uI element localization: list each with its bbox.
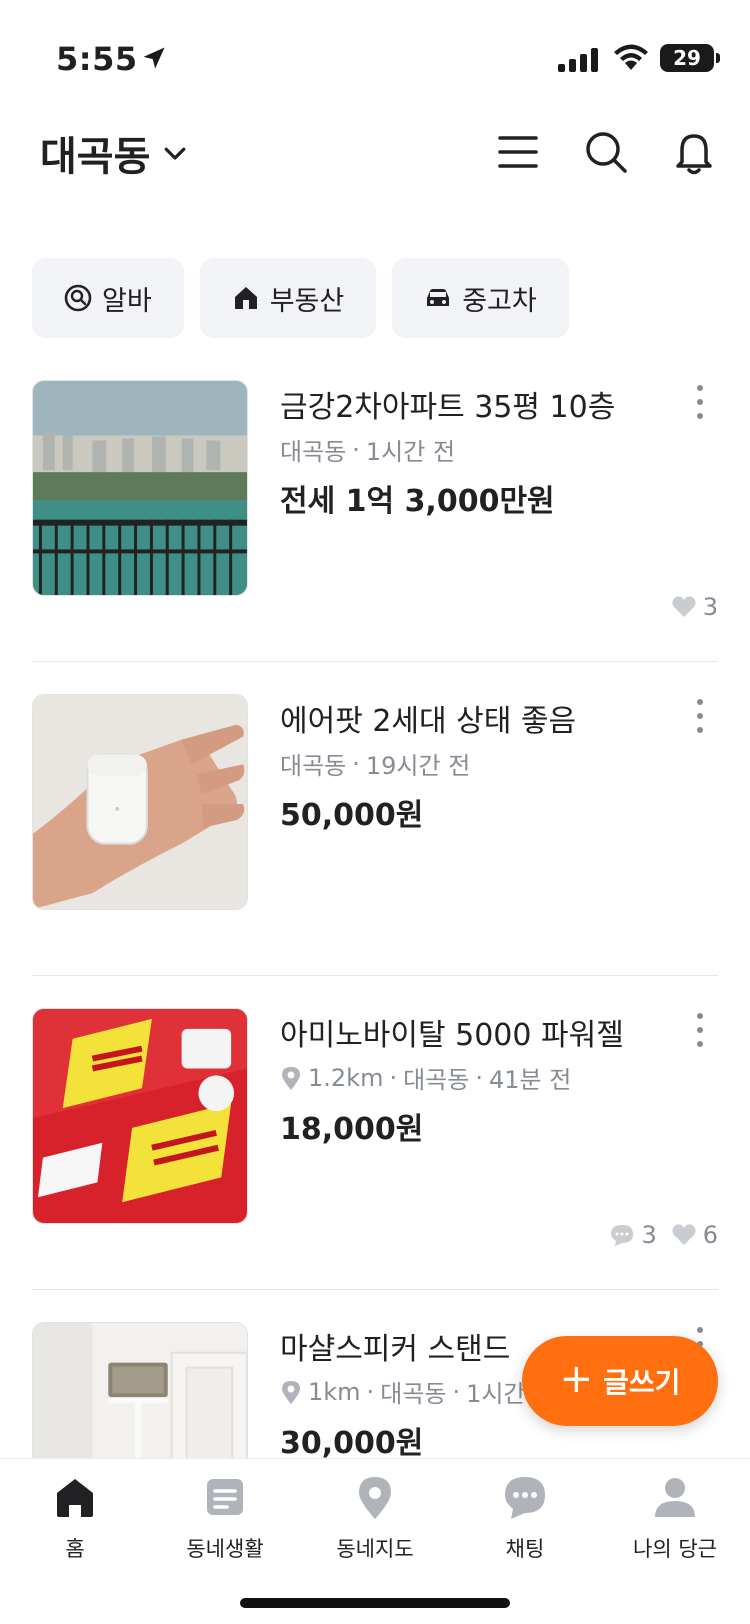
job-search-icon (64, 284, 92, 312)
tab-my-carrot[interactable]: 나의 당근 (610, 1473, 740, 1563)
wifi-icon (614, 44, 648, 70)
item-stats: 3 6 (609, 1221, 718, 1249)
item-price: 18,000원 (280, 1112, 424, 1147)
heart-icon (672, 1224, 696, 1245)
chat-icon (505, 1477, 545, 1519)
meta-separator: · (452, 1377, 461, 1406)
category-chips: 알바 부동산 중고차 (32, 258, 569, 338)
meta-separator: · (352, 435, 360, 464)
cellular-signal-icon (558, 48, 598, 72)
location-pin-icon (282, 1066, 300, 1090)
tab-community-label: 동네생활 (186, 1537, 264, 1561)
item-time: 1시간 전 (365, 438, 456, 466)
list-item[interactable]: 에어팟 2세대 상태 좋음 대곡동 · 19시간 전 50,000원 (32, 694, 718, 976)
tab-home[interactable]: 홈 (10, 1473, 140, 1563)
item-location: 대곡동 (280, 438, 347, 466)
item-price: 50,000원 (280, 798, 424, 833)
chevron-down-icon (165, 147, 186, 160)
location-title: 대곡동 (40, 134, 151, 180)
tab-my-carrot-label: 나의 당근 (633, 1537, 717, 1561)
item-meta: 대곡동 · 19시간 전 (280, 746, 470, 781)
item-meta: 1km · 대곡동 · 1시간 전 (280, 1374, 555, 1409)
item-location: 대곡동 (403, 1066, 470, 1094)
house-icon (234, 287, 257, 309)
item-distance: 1.2km (308, 1063, 384, 1092)
plus-icon: + (559, 1356, 594, 1402)
chip-realestate-label: 부동산 (269, 285, 345, 317)
item-title: 금강2차아파트 35평 10층 (280, 390, 616, 425)
location-pin-icon (282, 1380, 300, 1404)
top-nav: 대곡동 (0, 110, 750, 220)
tab-map-label: 동네지도 (336, 1537, 414, 1561)
list-item[interactable]: 아미노바이탈 5000 파워젤 1.2km · 대곡동 · 41분 전 18,0… (32, 1008, 718, 1290)
chip-car-label: 중고차 (462, 285, 537, 317)
item-stats: 3 (671, 593, 718, 621)
location-selector[interactable]: 대곡동 (40, 124, 190, 182)
chip-car[interactable]: 중고차 (392, 258, 569, 338)
write-post-label: 글쓰기 (603, 1366, 681, 1399)
chat-bubble-icon (611, 1225, 634, 1246)
battery-indicator: 29 (660, 44, 720, 72)
item-title: 마샬스피커 스탠드 (280, 1332, 511, 1367)
tab-home-label: 홈 (65, 1537, 85, 1561)
status-time: 5:55 (56, 40, 138, 78)
item-price: 30,000원 (280, 1426, 424, 1461)
menu-icon[interactable] (494, 128, 542, 176)
write-post-button[interactable]: + 글쓰기 (522, 1336, 718, 1426)
bell-icon[interactable] (670, 128, 718, 176)
item-location: 대곡동 (380, 1380, 447, 1408)
status-bar: 5:55 29 (0, 0, 750, 110)
document-icon (207, 1479, 243, 1515)
chip-job[interactable]: 알바 (32, 258, 184, 338)
car-icon (427, 289, 450, 306)
more-vertical-icon[interactable] (690, 1010, 710, 1050)
chip-job-label: 알바 (102, 285, 152, 317)
item-meta: 대곡동 · 1시간 전 (280, 432, 455, 467)
map-pin-icon (359, 1477, 391, 1519)
tab-chat[interactable]: 채팅 (460, 1473, 590, 1563)
item-thumbnail-amino-vital (32, 1008, 248, 1224)
item-thumbnail-apartment-view (32, 380, 248, 596)
tab-community[interactable]: 동네생활 (160, 1473, 290, 1563)
chip-realestate[interactable]: 부동산 (199, 258, 377, 338)
meta-separator: · (366, 1377, 375, 1406)
meta-separator: · (352, 749, 360, 778)
more-vertical-icon[interactable] (690, 382, 710, 422)
like-count: 3 (671, 593, 718, 621)
tab-map[interactable]: 동네지도 (310, 1473, 440, 1563)
item-time: 41분 전 (488, 1066, 572, 1094)
item-time: 19시간 전 (365, 752, 471, 780)
item-location: 대곡동 (280, 752, 347, 780)
item-thumbnail-airpods (32, 694, 248, 910)
home-icon (57, 1479, 93, 1517)
location-arrow-icon (143, 47, 165, 69)
more-vertical-icon[interactable] (690, 696, 710, 736)
item-price: 전세 1억 3,000만원 (280, 484, 555, 519)
item-meta: 1.2km · 대곡동 · 41분 전 (280, 1060, 571, 1095)
meta-separator: · (475, 1063, 483, 1092)
like-count: 6 (671, 1221, 718, 1249)
profile-icon (655, 1478, 695, 1517)
heart-icon (672, 596, 696, 617)
search-icon[interactable] (582, 128, 630, 176)
list-item[interactable]: 금강2차아파트 35평 10층 대곡동 · 1시간 전 전세 1억 3,000만… (32, 380, 718, 662)
chat-count: 3 (609, 1221, 657, 1249)
item-title: 에어팟 2세대 상태 좋음 (280, 704, 577, 739)
meta-separator: · (389, 1063, 398, 1092)
tab-chat-label: 채팅 (505, 1537, 545, 1561)
item-distance: 1km (308, 1377, 361, 1406)
item-title: 아미노바이탈 5000 파워젤 (280, 1018, 624, 1053)
home-indicator (240, 1598, 510, 1608)
